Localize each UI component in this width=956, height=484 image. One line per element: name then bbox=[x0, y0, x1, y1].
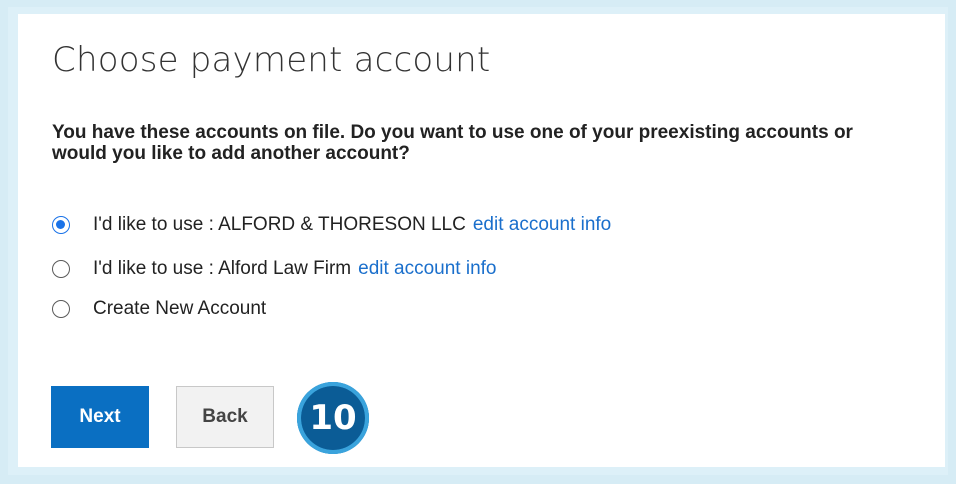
back-button[interactable]: Back bbox=[176, 386, 274, 448]
edit-account-info-link[interactable]: edit account info bbox=[473, 214, 611, 236]
option-alford-law-firm[interactable]: I'd like to use : Alford Law Firm edit a… bbox=[52, 258, 497, 280]
radio-alford-thoreson[interactable] bbox=[52, 216, 70, 234]
edit-account-info-link[interactable]: edit account info bbox=[358, 258, 496, 280]
next-button[interactable]: Next bbox=[51, 386, 149, 448]
option-alford-thoreson[interactable]: I'd like to use : ALFORD & THORESON LLC … bbox=[52, 214, 611, 236]
account-prompt: You have these accounts on file. Do you … bbox=[52, 122, 853, 164]
option-label: Create New Account bbox=[93, 298, 267, 319]
radio-create-new-account[interactable] bbox=[52, 300, 70, 318]
radio-alford-law-firm[interactable] bbox=[52, 260, 70, 278]
payment-panel: Choose payment account You have these ac… bbox=[18, 14, 945, 467]
option-create-new-account[interactable]: Create New Account bbox=[52, 298, 266, 320]
step-number-badge: 10 bbox=[297, 382, 369, 454]
page-title: Choose payment account bbox=[52, 40, 491, 80]
option-label: I'd like to use : Alford Law Firm bbox=[93, 258, 352, 279]
option-label: I'd like to use : ALFORD & THORESON LLC bbox=[93, 214, 466, 235]
